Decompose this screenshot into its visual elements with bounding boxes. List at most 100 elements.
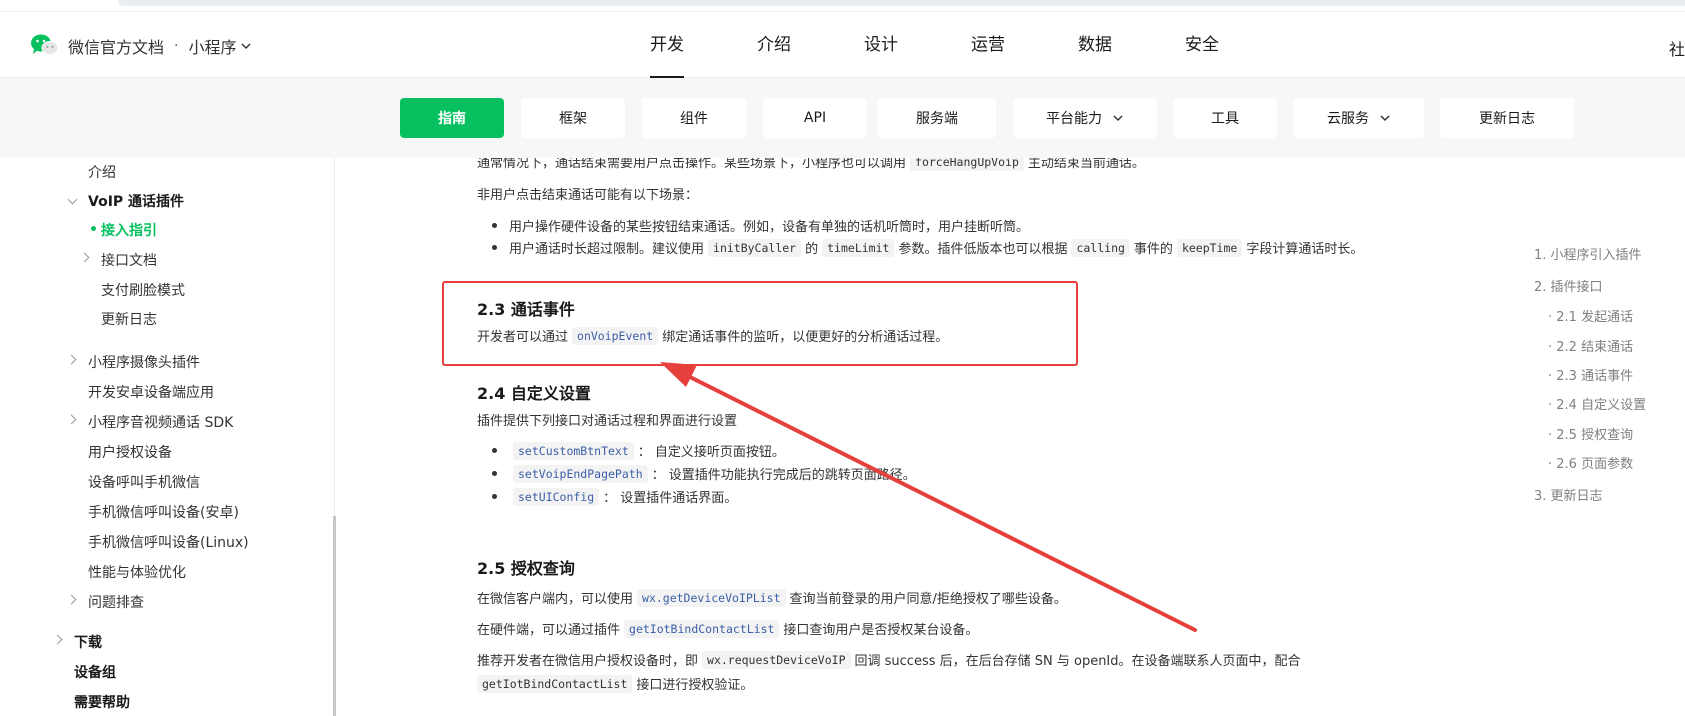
toc-item[interactable]: 1. 小程序引入插件 bbox=[1534, 244, 1642, 263]
code-initByCaller: initByCaller bbox=[708, 238, 802, 257]
text: 通常情况下，通话结束需要用户点击操作。某些场景下，小程序也可以调用 bbox=[477, 158, 907, 171]
sidebar-item-device-group[interactable]: 设备组 bbox=[74, 662, 116, 682]
text: ： 设置插件功能执行完成后的跳转页面路径。 bbox=[651, 468, 916, 483]
paragraph: 在硬件端，可以通过插件 getIotBindContactList 接口查询用户是否… bbox=[477, 619, 978, 638]
code-requestDeviceVoIP: wx.requestDeviceVoIP bbox=[702, 650, 851, 669]
subnav-api[interactable]: API bbox=[763, 98, 867, 138]
subnav-guide[interactable]: 指南 bbox=[400, 98, 504, 138]
toc-item[interactable]: · 2.5 授权查询 bbox=[1548, 424, 1633, 443]
code-forceHangUpVoip: forceHangUpVoip bbox=[910, 158, 1024, 171]
code-setCustomBtnText[interactable]: setCustomBtnText bbox=[513, 441, 634, 460]
sidebar-item-face-pay[interactable]: 支付刷脸模式 bbox=[101, 280, 185, 300]
sub-nav-bar: 指南 框架 组件 API 服务端 平台能力 工具 云服务 更新日志 bbox=[0, 78, 1685, 158]
sidebar-item-user-auth[interactable]: 用户授权设备 bbox=[88, 442, 172, 462]
sidebar: 介绍 VoIP 通话插件 • 接入指引 接口文档 支付刷脸模式 更新日志 小程序… bbox=[0, 158, 336, 716]
sidebar-item-api-docs[interactable]: 接口文档 bbox=[101, 250, 157, 270]
text: 的 bbox=[805, 242, 819, 257]
community-link[interactable]: 社 bbox=[1669, 36, 1685, 60]
sidebar-item-access-guide[interactable]: 接入指引 bbox=[101, 220, 157, 240]
toc-item[interactable]: · 2.3 通话事件 bbox=[1548, 365, 1633, 384]
toc-item[interactable]: · 2.1 发起通话 bbox=[1548, 306, 1633, 325]
subnav-cloud[interactable]: 云服务 bbox=[1294, 98, 1424, 138]
code-setUIConfig[interactable]: setUIConfig bbox=[513, 487, 600, 506]
code-getIotBindContactList: getIotBindContactList bbox=[477, 674, 633, 693]
subnav-tools[interactable]: 工具 bbox=[1173, 98, 1277, 138]
subnav-label: API bbox=[803, 110, 827, 126]
toc-item[interactable]: 2. 插件接口 bbox=[1534, 276, 1603, 295]
bullet bbox=[492, 448, 497, 453]
bullet bbox=[492, 494, 497, 499]
paragraph: 推荐开发者在微信用户授权设备时，即 wx.requestDeviceVoIP 回调 … bbox=[477, 650, 1301, 669]
top-nav: 开发 介绍 设计 运营 数据 安全 bbox=[650, 12, 1291, 78]
chevron-right-icon[interactable] bbox=[79, 252, 90, 263]
brand-title[interactable]: 微信官方文档 bbox=[68, 34, 164, 58]
subnav-changelog[interactable]: 更新日志 bbox=[1440, 98, 1574, 138]
address-bar-edge bbox=[118, 0, 1685, 6]
list-item: setCustomBtnText： 自定义接听页面按钮。 bbox=[492, 441, 785, 460]
subnav-label: 指南 bbox=[438, 111, 466, 127]
toc-item[interactable]: 3. 更新日志 bbox=[1534, 485, 1603, 504]
toc-item[interactable]: · 2.6 页面参数 bbox=[1548, 453, 1633, 472]
nav-operate[interactable]: 运营 bbox=[971, 12, 1005, 78]
chevron-right-icon[interactable] bbox=[52, 634, 63, 645]
nav-intro[interactable]: 介绍 bbox=[757, 12, 791, 78]
sidebar-item-av-sdk[interactable]: 小程序音视频通话 SDK bbox=[88, 412, 233, 432]
subnav-server[interactable]: 服务端 bbox=[878, 98, 996, 138]
sidebar-item-help[interactable]: 需要帮助 bbox=[74, 692, 130, 712]
product-label: 小程序 bbox=[188, 38, 237, 57]
toc-item[interactable]: · 2.4 自定义设置 bbox=[1548, 394, 1646, 413]
subnav-framework[interactable]: 框架 bbox=[521, 98, 625, 138]
nav-develop[interactable]: 开发 bbox=[650, 12, 684, 78]
subnav-components[interactable]: 组件 bbox=[642, 98, 746, 138]
chevron-right-icon[interactable] bbox=[66, 594, 77, 605]
sidebar-item-voip[interactable]: VoIP 通话插件 bbox=[88, 191, 184, 211]
subnav-label: 服务端 bbox=[916, 111, 958, 127]
sidebar-item-performance[interactable]: 性能与体验优化 bbox=[88, 562, 186, 582]
chevron-right-icon[interactable] bbox=[66, 354, 77, 365]
chevron-right-icon[interactable] bbox=[66, 414, 77, 425]
sidebar-item-call-linux[interactable]: 手机微信呼叫设备(Linux) bbox=[88, 532, 249, 552]
wechat-logo-icon[interactable] bbox=[30, 33, 60, 57]
text: 推荐开发者在微信用户授权设备时，即 bbox=[477, 654, 699, 669]
sidebar-item-intro[interactable]: 介绍 bbox=[88, 162, 116, 182]
nav-design[interactable]: 设计 bbox=[864, 12, 898, 78]
paragraph: getIotBindContactList 接口进行授权验证。 bbox=[473, 674, 753, 693]
list-item: 用户操作硬件设备的某些按钮结束通话。例如，设备有单独的话机听筒时，用户挂断听筒。 bbox=[492, 216, 1029, 235]
code-timeLimit: timeLimit bbox=[822, 238, 895, 257]
text: 主动结束当前通话。 bbox=[1027, 158, 1145, 171]
toc-item[interactable]: · 2.2 结束通话 bbox=[1548, 336, 1633, 355]
text: ： 自定义接听页面按钮。 bbox=[637, 445, 785, 460]
code-setVoipEndPagePath[interactable]: setVoipEndPagePath bbox=[513, 464, 648, 483]
text: 回调 success 后，在后台存储 SN 与 openId。在设备端联系人页面… bbox=[854, 654, 1301, 669]
chevron-down-icon bbox=[1380, 115, 1390, 122]
chevron-down-icon[interactable] bbox=[67, 194, 78, 205]
sidebar-item-camera-plugin[interactable]: 小程序摄像头插件 bbox=[88, 352, 200, 372]
product-switcher[interactable]: 小程序 bbox=[188, 34, 252, 58]
text: 用户操作硬件设备的某些按钮结束通话。例如，设备有单独的话机听筒时，用户挂断听筒。 bbox=[509, 220, 1030, 235]
sidebar-item-troubleshoot[interactable]: 问题排查 bbox=[88, 592, 144, 612]
subnav-label: 组件 bbox=[680, 111, 708, 127]
code-getIotBindContactList[interactable]: getIotBindContactList bbox=[624, 619, 780, 638]
chevron-down-icon bbox=[241, 43, 252, 50]
site-header: 微信官方文档 · 小程序 开发 介绍 设计 运营 数据 安全 社 bbox=[0, 12, 1685, 78]
subnav-platform[interactable]: 平台能力 bbox=[1013, 98, 1157, 138]
sidebar-item-changelog[interactable]: 更新日志 bbox=[101, 309, 157, 329]
sidebar-item-call-wechat[interactable]: 设备呼叫手机微信 bbox=[88, 472, 200, 492]
nav-data[interactable]: 数据 bbox=[1078, 12, 1112, 78]
paragraph: 在微信客户端内，可以使用 wx.getDeviceVoIPList 查询当前登录的用… bbox=[477, 588, 1067, 607]
text: 用户通话时长超过限制。建议使用 bbox=[509, 242, 705, 257]
sidebar-item-download[interactable]: 下载 bbox=[74, 632, 102, 652]
brand-separator: · bbox=[174, 38, 179, 54]
code-calling: calling bbox=[1071, 238, 1130, 257]
paragraph: 非用户点击结束通话可能有以下场景： bbox=[477, 188, 699, 203]
browser-top-strip bbox=[0, 0, 1685, 12]
list-item: setUIConfig： 设置插件通话界面。 bbox=[492, 487, 737, 506]
text: 接口查询用户是否授权某台设备。 bbox=[783, 623, 979, 638]
sidebar-item-call-android[interactable]: 手机微信呼叫设备(安卓) bbox=[88, 502, 239, 522]
subnav-label: 云服务 bbox=[1327, 111, 1369, 127]
nav-security[interactable]: 安全 bbox=[1185, 12, 1219, 78]
code-keepTime: keepTime bbox=[1176, 238, 1243, 257]
text: ： 设置插件通话界面。 bbox=[603, 491, 738, 506]
sidebar-item-android-app[interactable]: 开发安卓设备端应用 bbox=[88, 382, 214, 402]
code-getDeviceVoIPList[interactable]: wx.getDeviceVoIPList bbox=[637, 588, 786, 607]
